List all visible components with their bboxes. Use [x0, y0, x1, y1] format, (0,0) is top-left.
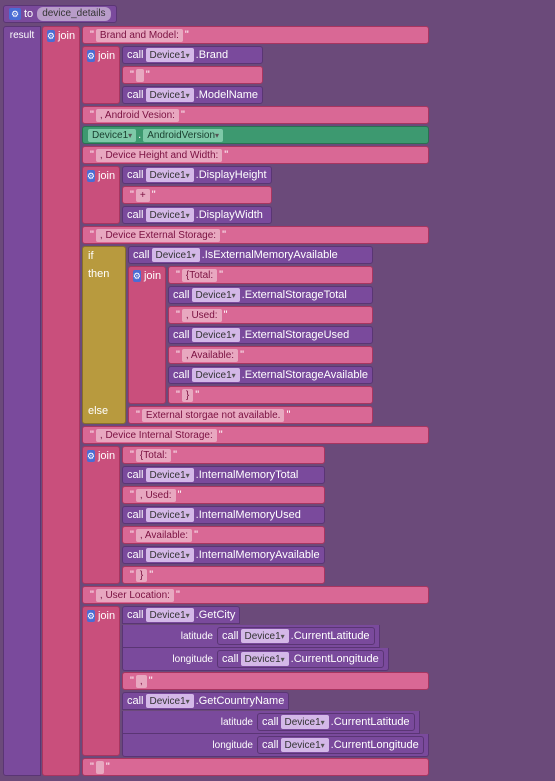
join-items: "Brand and Model: " join call Device1 .B…: [81, 25, 430, 777]
gear-icon[interactable]: [133, 270, 141, 282]
gear-icon[interactable]: [87, 50, 95, 62]
gear-icon[interactable]: [9, 8, 21, 20]
string-literal[interactable]: "Brand and Model: ": [82, 26, 429, 44]
prop-dropdown[interactable]: AndroidVersion: [143, 129, 223, 142]
string-literal[interactable]: " External storgae not available. ": [128, 406, 373, 424]
call-block[interactable]: callDevice1.DisplayWidth: [122, 206, 272, 224]
result-label: result: [3, 26, 41, 776]
string-literal[interactable]: " ": [122, 66, 263, 84]
call-block[interactable]: callDevice1.IsExternalMemoryAvailable: [128, 246, 373, 264]
proc-header: to device_details: [2, 4, 553, 24]
result-row: result join "Brand and Model: " join: [2, 25, 553, 777]
device-dropdown[interactable]: Device1: [146, 48, 194, 62]
call-getcountry[interactable]: callDevice1.GetCountryName: [122, 692, 289, 710]
string-literal[interactable]: ", Device Height and Width: ": [82, 146, 429, 164]
gear-icon[interactable]: [87, 450, 95, 462]
arg-lat: latitude callDevice1.CurrentLatitude: [122, 625, 380, 648]
join-block[interactable]: join: [128, 266, 166, 404]
arg-lon: longitude callDevice1.CurrentLongitude: [122, 648, 389, 671]
property-getter[interactable]: Device1 . AndroidVersion: [82, 126, 429, 144]
outer-join[interactable]: join: [42, 26, 80, 776]
string-literal[interactable]: " + ": [122, 186, 272, 204]
blocks-canvas: to device_details result join "Brand and…: [0, 0, 555, 781]
if-block[interactable]: if then else: [82, 246, 126, 424]
join-block[interactable]: join: [82, 166, 120, 224]
device-dropdown[interactable]: Device1: [88, 129, 136, 142]
call-block[interactable]: callDevice1.DisplayHeight: [122, 166, 272, 184]
join-block[interactable]: join: [82, 46, 120, 104]
string-literal[interactable]: ", Android Vesion: ": [82, 106, 429, 124]
call-block[interactable]: call Device1 .Brand: [122, 46, 263, 64]
string-literal[interactable]: ", Device External Storage: ": [82, 226, 429, 244]
gear-icon[interactable]: [47, 30, 55, 42]
call-getcity[interactable]: callDevice1.GetCity: [122, 606, 240, 624]
proc-name-slot[interactable]: device_details: [37, 7, 110, 21]
call-block[interactable]: call Device1 .ModelName: [122, 86, 263, 104]
to-label: to: [24, 7, 33, 21]
gear-icon[interactable]: [87, 610, 95, 622]
proc-to-block[interactable]: to device_details: [3, 5, 117, 23]
device-dropdown[interactable]: Device1: [146, 88, 194, 102]
gear-icon[interactable]: [87, 170, 95, 182]
